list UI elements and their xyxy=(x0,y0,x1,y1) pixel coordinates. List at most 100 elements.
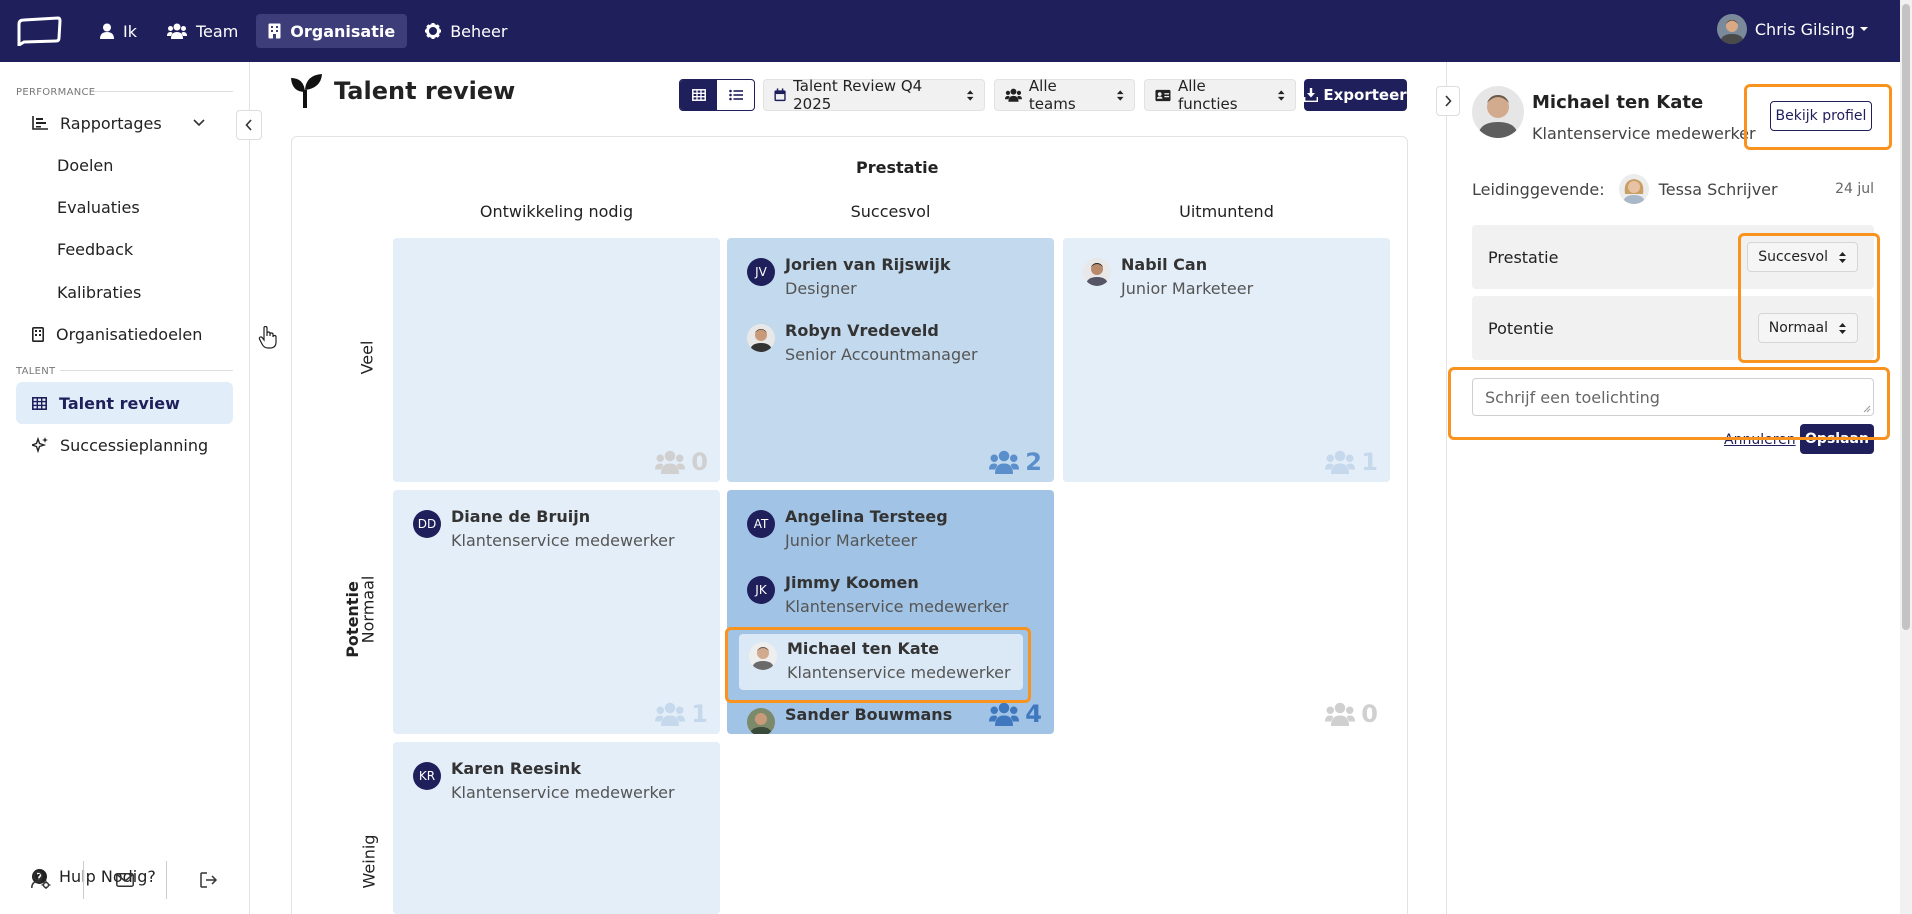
sidebar-item-label: Evaluaties xyxy=(57,197,140,217)
person-card[interactable]: JK Jimmy Koomen Klantenservice medewerker xyxy=(747,572,1009,620)
person-card[interactable]: Nabil Can Junior Marketeer xyxy=(1083,254,1253,302)
list-view-button[interactable] xyxy=(717,80,754,110)
vertical-scrollbar[interactable] xyxy=(1900,0,1912,914)
person-role: Junior Marketeer xyxy=(1121,279,1254,298)
grid-cell-weinig-ontwikkeling[interactable]: KR Karen Reesink Klantenservice medewerke… xyxy=(393,742,720,914)
functions-select[interactable]: Alle functies xyxy=(1144,77,1296,113)
grid-cell-normaal-ontwikkeling[interactable]: DD Diane de Bruijn Klantenservice medewer… xyxy=(393,490,720,734)
sidebar-item-label: Doelen xyxy=(57,155,114,175)
calendar-icon xyxy=(774,88,786,102)
sidebar-item-successieplanning[interactable]: Successieplanning xyxy=(16,424,233,466)
view-toggle xyxy=(679,79,755,111)
person-name: Angelina Tersteeg xyxy=(785,507,948,526)
person-role: Junior Marketeer xyxy=(785,531,918,550)
grid-view-button[interactable] xyxy=(680,80,717,110)
account-settings-button[interactable] xyxy=(0,871,83,889)
sidebar-item-label: Rapportages xyxy=(60,113,162,133)
manager-row: Leidinggevende: Tessa Schrijver 24 jul xyxy=(1472,174,1874,204)
gear-icon xyxy=(425,23,442,39)
sidebar-item-doelen[interactable]: Doelen xyxy=(16,144,233,186)
teams-select[interactable]: Alle teams xyxy=(994,77,1135,113)
building-icon xyxy=(32,326,44,342)
selected-person-role: Klantenservice medewerker xyxy=(1532,124,1756,143)
user-name: Chris Gilsing xyxy=(1754,19,1855,39)
manager-name[interactable]: Tessa Schrijver xyxy=(1659,180,1778,199)
person-name: Diane de Bruijn xyxy=(451,507,591,526)
sidebar-item-label: Feedback xyxy=(57,239,134,259)
highlight-selected-person xyxy=(725,627,1031,703)
sidebar-item-kalibraties[interactable]: Kalibraties xyxy=(16,271,233,313)
users-icon xyxy=(1325,450,1356,474)
chevron-right-icon xyxy=(1445,95,1452,107)
user-icon xyxy=(100,23,114,39)
grid-cell-veel-ontwikkeling[interactable]: 0 xyxy=(393,238,720,482)
manager-label: Leidinggevende: xyxy=(1472,179,1605,199)
selected-person-avatar xyxy=(1472,86,1524,138)
chevron-down-icon[interactable] xyxy=(193,119,205,127)
nav-ik[interactable]: Ik xyxy=(88,14,149,48)
highlight-view-profile xyxy=(1744,84,1892,150)
sidebar-item-label: Talent review xyxy=(59,393,180,413)
cell-count-value: 1 xyxy=(691,700,708,728)
column-label-uitmuntend: Uitmuntend xyxy=(1179,202,1274,221)
grid-icon xyxy=(32,396,47,410)
cell-count: 1 xyxy=(655,700,708,728)
person-card[interactable]: JV Jorien van Rijswijk Designer xyxy=(747,254,951,302)
person-role: Designer xyxy=(785,279,857,298)
section-label-performance: PERFORMANCE xyxy=(16,87,96,98)
panel-toggle-button[interactable] xyxy=(1436,86,1460,116)
app-logo-icon[interactable] xyxy=(16,16,62,46)
initials-avatar: KR xyxy=(413,762,441,790)
sort-arrows-icon xyxy=(966,89,974,101)
collapse-sidebar-button[interactable] xyxy=(236,110,262,140)
sidebar-footer xyxy=(0,860,250,900)
teams-select-value: Alle teams xyxy=(1028,77,1076,113)
users-icon xyxy=(1005,88,1022,102)
export-button[interactable]: Exporteer xyxy=(1304,79,1407,111)
review-select[interactable]: Talent Review Q4 2025 xyxy=(763,77,985,113)
cell-count-value: 2 xyxy=(1025,448,1042,476)
nav-label: Beheer xyxy=(450,21,508,41)
sidebar-item-rapportages[interactable]: Rapportages xyxy=(16,102,233,144)
person-card[interactable]: AT Angelina Tersteeg Junior Marketeer xyxy=(747,506,948,554)
person-card[interactable]: KR Karen Reesink Klantenservice medewerke… xyxy=(413,758,675,806)
cell-count: 0 xyxy=(655,448,708,476)
scrollbar-thumb[interactable] xyxy=(1902,4,1910,630)
sidebar-item-label: Kalibraties xyxy=(57,282,142,302)
sidebar-item-talent-review[interactable]: Talent review xyxy=(16,382,233,424)
highlight-rating-selects xyxy=(1738,233,1880,363)
review-select-value: Talent Review Q4 2025 xyxy=(793,77,923,113)
person-role: Klantenservice medewerker xyxy=(785,597,1009,616)
row-label-weinig: Weinig xyxy=(359,834,379,889)
export-label: Exporteer xyxy=(1323,86,1407,104)
nav-organisatie[interactable]: Organisatie xyxy=(256,14,408,48)
grid-cell-veel-succesvol[interactable]: JV Jorien van Rijswijk Designer Robyn Vre… xyxy=(727,238,1054,482)
performance-label: Prestatie xyxy=(1488,247,1559,267)
person-card[interactable]: Robyn Vredeveld Senior Accountmanager xyxy=(747,320,978,368)
hand-cursor-icon xyxy=(258,326,277,349)
users-icon xyxy=(1325,702,1356,726)
nav-label: Ik xyxy=(123,21,137,41)
person-avatar xyxy=(747,324,775,352)
person-card[interactable]: DD Diane de Bruijn Klantenservice medewer… xyxy=(413,506,675,554)
sidebar-item-feedback[interactable]: Feedback xyxy=(16,228,233,270)
nav-team[interactable]: Team xyxy=(155,14,250,48)
user-menu[interactable]: Chris Gilsing xyxy=(1716,14,1870,44)
person-card[interactable]: Sander Bouwmans xyxy=(747,704,952,734)
page-title: Talent review xyxy=(290,74,515,108)
cell-count: 0 xyxy=(1325,700,1378,728)
messages-button[interactable] xyxy=(84,873,167,887)
cell-count: 4 xyxy=(989,700,1042,728)
users-icon xyxy=(655,702,686,726)
user-cog-icon xyxy=(31,871,51,889)
grid-cell-veel-uitmuntend[interactable]: Nabil Can Junior Marketeer 1 xyxy=(1063,238,1390,482)
grid-icon xyxy=(691,89,706,101)
sidebar-item-organisatiedoelen[interactable]: Organisatiedoelen xyxy=(16,313,233,355)
logout-button[interactable] xyxy=(167,872,250,888)
sidebar-item-evaluaties[interactable]: Evaluaties xyxy=(16,186,233,228)
seedling-icon xyxy=(291,74,322,108)
grid-cell-normaal-uitmuntend[interactable]: 0 xyxy=(1063,490,1390,734)
envelope-icon xyxy=(116,873,134,887)
sidebar: PERFORMANCE Rapportages Doelen Evaluatie… xyxy=(0,62,250,914)
nav-beheer[interactable]: Beheer xyxy=(413,14,519,48)
